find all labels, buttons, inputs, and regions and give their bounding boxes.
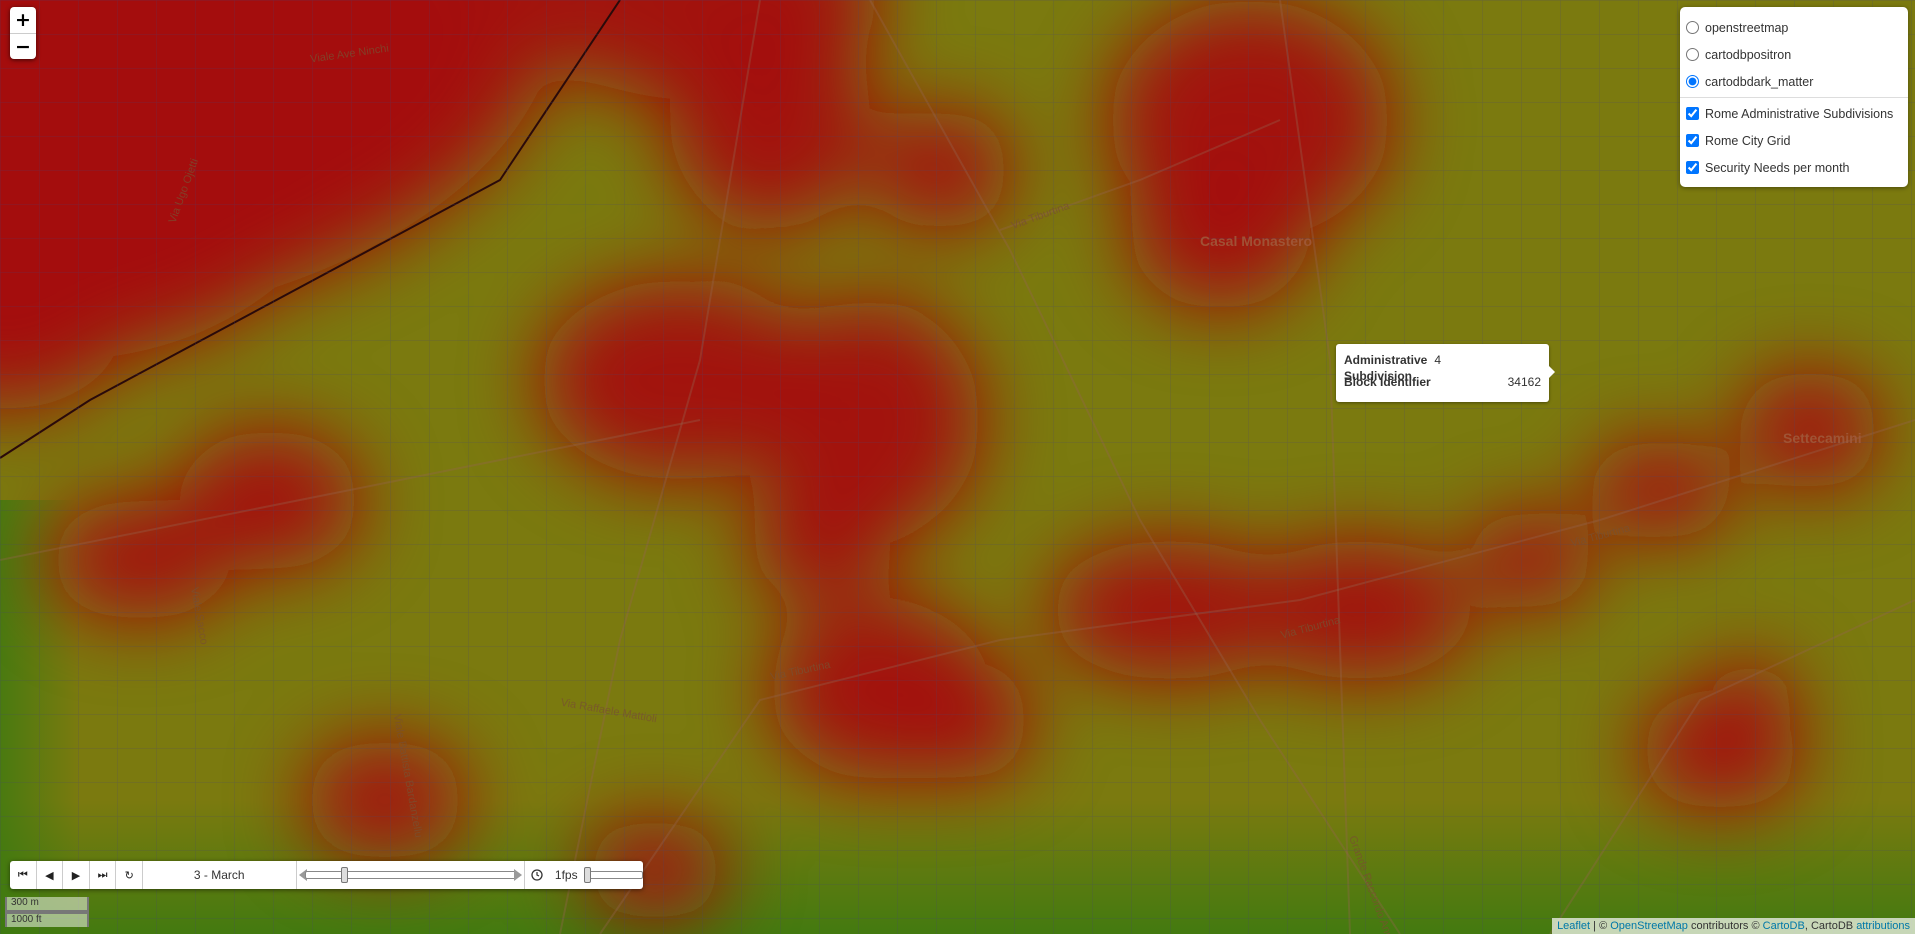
play-button[interactable]: ▶: [63, 861, 90, 889]
base-layer-openstreetmap[interactable]: openstreetmap: [1686, 14, 1902, 41]
base-layer-label: openstreetmap: [1705, 20, 1789, 35]
time-dimension-control: ⏮ ◀ ▶ ⏭ ↻ 3 - March 1fps: [10, 861, 644, 889]
fps-label: 1fps: [554, 868, 578, 882]
loop-icon: ↻: [124, 869, 134, 882]
fps-slider-track[interactable]: [583, 871, 644, 879]
tooltip-row: Block Identifier 34162: [1344, 374, 1541, 396]
overlay-label: Rome City Grid: [1705, 133, 1791, 148]
fps-slider[interactable]: [583, 861, 644, 889]
tooltip-row: Administrative Subdivision 4: [1344, 352, 1541, 383]
overlay-admin-subdivisions[interactable]: Rome Administrative Subdivisions: [1686, 100, 1902, 127]
base-layer-cartodbpositron[interactable]: cartodbpositron: [1686, 41, 1902, 68]
time-slider[interactable]: [297, 861, 525, 889]
speed-clock: [525, 861, 549, 889]
attributions-link[interactable]: attributions: [1856, 920, 1910, 932]
play-icon: ▶: [71, 869, 81, 882]
tooltip-key: Block Identifier: [1344, 375, 1431, 389]
scale-bar: 300 m 1000 ft: [5, 897, 89, 927]
layer-separator: [1680, 97, 1908, 98]
attribution-contrib: contributors ©: [1687, 920, 1763, 932]
block-tooltip: Administrative Subdivision 4 Block Ident…: [1336, 344, 1555, 402]
base-layer-radio[interactable]: [1686, 75, 1699, 88]
overlay-label: Security Needs per month: [1705, 160, 1850, 175]
zoom-out-button[interactable]: −: [10, 33, 36, 59]
overlay-checkbox[interactable]: [1686, 134, 1699, 147]
skip-forward-icon: ⏭: [97, 868, 108, 881]
cartodb-link[interactable]: CartoDB: [1763, 920, 1805, 932]
loop-button[interactable]: ↻: [116, 861, 143, 889]
base-layer-label: cartodbdark_matter: [1705, 74, 1814, 89]
overlay-security-needs[interactable]: Security Needs per month: [1686, 154, 1902, 181]
current-time-display: 3 - March: [143, 861, 297, 889]
zoom-in-button[interactable]: +: [10, 7, 36, 33]
base-layer-radio[interactable]: [1686, 48, 1699, 61]
tooltip-value: 4: [1434, 353, 1441, 367]
osm-link[interactable]: OpenStreetMap: [1610, 920, 1688, 932]
overlay-checkbox[interactable]: [1686, 107, 1699, 120]
scale-imperial: 1000 ft: [5, 912, 89, 927]
leaflet-link[interactable]: Leaflet: [1557, 920, 1590, 932]
overlay-label: Rome Administrative Subdivisions: [1705, 106, 1894, 121]
clock-icon: [531, 869, 543, 881]
skip-forward-button[interactable]: ⏭: [90, 861, 117, 889]
overlay-city-grid[interactable]: Rome City Grid: [1686, 127, 1902, 154]
attribution-comma: , CartoDB: [1804, 920, 1857, 932]
skip-back-icon: ⏮: [17, 868, 28, 881]
fps-slider-thumb[interactable]: [583, 867, 591, 883]
zoom-control: + −: [10, 7, 36, 59]
step-back-icon: ◀: [45, 869, 54, 882]
heatmap-layer: [0, 0, 1915, 934]
tooltip-value: 34162: [1507, 375, 1541, 389]
tooltip-key: Administrative Subdivision: [1344, 353, 1428, 383]
map-canvas[interactable]: Viale Ave Ninchi Via Ugo Ojetti Via Tiburt…: [0, 0, 1915, 934]
layer-control: openstreetmap cartodbpositron cartodbdar…: [1680, 7, 1908, 187]
base-layer-label: cartodbpositron: [1705, 47, 1792, 62]
time-slider-thumb[interactable]: [340, 867, 348, 883]
attribution-sep: | ©: [1590, 920, 1611, 932]
scale-metric: 300 m: [5, 897, 89, 912]
base-layer-cartodbdark-matter[interactable]: cartodbdark_matter: [1686, 68, 1902, 95]
skip-back-button[interactable]: ⏮: [10, 861, 37, 889]
base-layer-radio[interactable]: [1686, 21, 1699, 34]
slider-end-marker: [513, 869, 522, 881]
slider-track[interactable]: [304, 871, 516, 879]
map-attribution: Leaflet | © OpenStreetMap contributors ©…: [1552, 918, 1915, 934]
step-back-button[interactable]: ◀: [37, 861, 64, 889]
overlay-checkbox[interactable]: [1686, 161, 1699, 174]
